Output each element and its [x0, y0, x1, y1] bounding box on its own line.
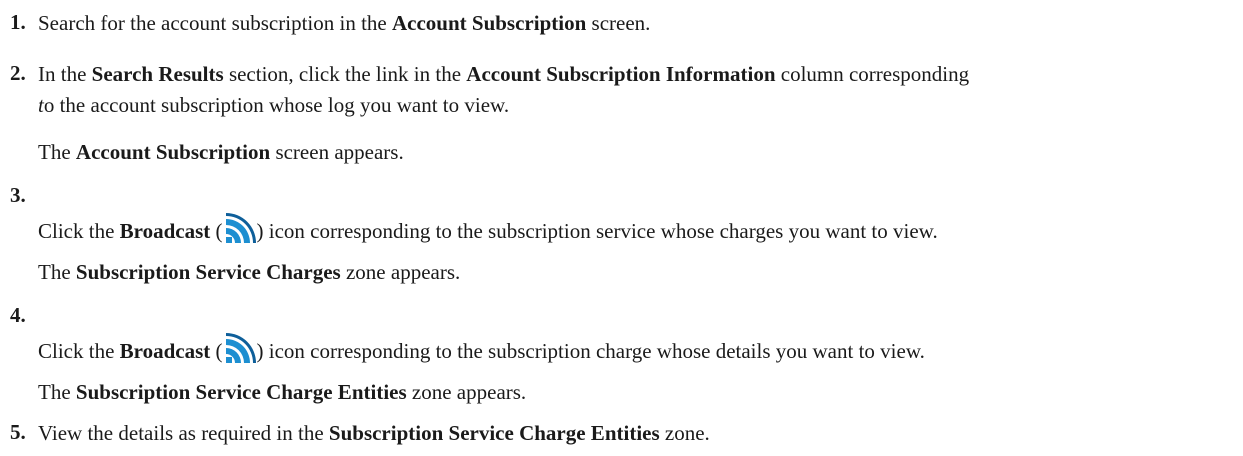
ui-term: Subscription Service Charges — [75, 260, 341, 284]
step-instruction: Click the Broadcast () icon correspondin… — [38, 213, 938, 245]
step-number: 3. — [10, 183, 26, 207]
ui-term: Account Subscription — [75, 140, 271, 164]
step-instruction-continued: to the account subscription whose log yo… — [38, 93, 510, 117]
ui-term: Account Subscription — [391, 11, 587, 35]
step-result: The Subscription Service Charges zone ap… — [38, 260, 461, 284]
broadcast-icon — [223, 213, 257, 243]
step-instruction: In the Search Results section, click the… — [38, 62, 970, 86]
ui-term: Broadcast — [119, 219, 211, 243]
broadcast-icon — [223, 333, 257, 363]
step-instruction: View the details as required in the Subs… — [38, 421, 710, 445]
ui-term: Account Subscription Information — [466, 62, 776, 86]
step-result: The Account Subscription screen appears. — [38, 140, 404, 164]
ui-term: Search Results — [91, 62, 224, 86]
ui-term: Broadcast — [119, 339, 211, 363]
ui-term: Subscription Service Charge Entities — [328, 421, 660, 445]
step-number: 2. — [10, 61, 26, 85]
step-result: The Subscription Service Charge Entities… — [38, 380, 527, 404]
step-number: 5. — [10, 420, 26, 444]
ui-term: Subscription Service Charge Entities — [75, 380, 407, 404]
step-instruction: Search for the account subscription in t… — [38, 11, 651, 35]
step-instruction: Click the Broadcast () icon correspondin… — [38, 333, 925, 365]
step-number: 1. — [10, 10, 26, 34]
step-number: 4. — [10, 303, 26, 327]
